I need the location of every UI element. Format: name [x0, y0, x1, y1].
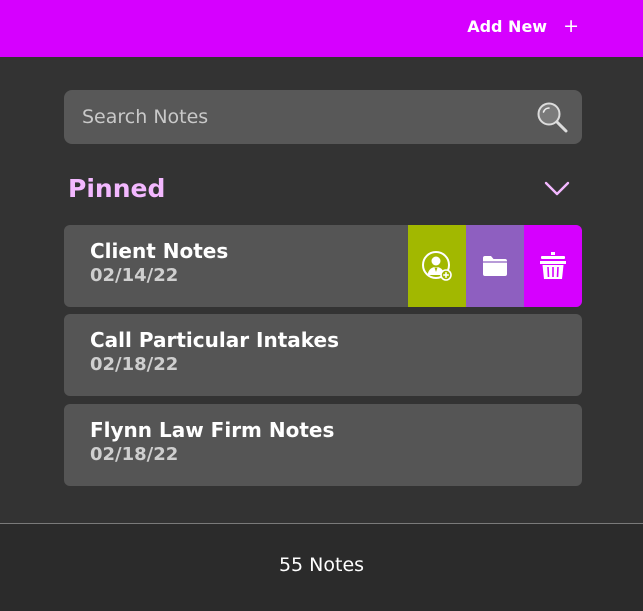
trash-icon: [540, 252, 566, 279]
notes-count: 55 Notes: [278, 554, 365, 576]
note-title: Flynn Law Firm Notes: [90, 418, 335, 442]
section-title-pinned: Pinned: [68, 174, 166, 203]
add-new-button[interactable]: Add New +: [467, 15, 579, 37]
note-item[interactable]: Client Notes 02/14/22: [64, 225, 582, 307]
note-title: Call Particular Intakes: [90, 328, 339, 352]
note-date: 02/18/22: [90, 444, 179, 465]
plus-icon: +: [563, 15, 579, 37]
note-item[interactable]: Call Particular Intakes 02/18/22: [64, 314, 582, 396]
assign-client-button[interactable]: [408, 225, 466, 307]
search-input[interactable]: [64, 90, 524, 144]
search-bar: [64, 90, 582, 144]
note-item[interactable]: Flynn Law Firm Notes 02/18/22: [64, 404, 582, 486]
add-new-label: Add New: [467, 17, 548, 36]
top-bar: Add New +: [0, 0, 643, 57]
folder-icon: [483, 256, 507, 276]
note-title: Client Notes: [90, 239, 229, 263]
note-date: 02/14/22: [90, 265, 179, 286]
user-add-icon: [422, 251, 452, 281]
search-icon[interactable]: [536, 101, 568, 133]
note-date: 02/18/22: [90, 354, 179, 375]
note-swipe-actions: [408, 225, 582, 307]
delete-button[interactable]: [524, 225, 582, 307]
move-to-folder-button[interactable]: [466, 225, 524, 307]
chevron-down-icon[interactable]: [543, 178, 571, 200]
footer-bar: 55 Notes: [0, 523, 643, 611]
